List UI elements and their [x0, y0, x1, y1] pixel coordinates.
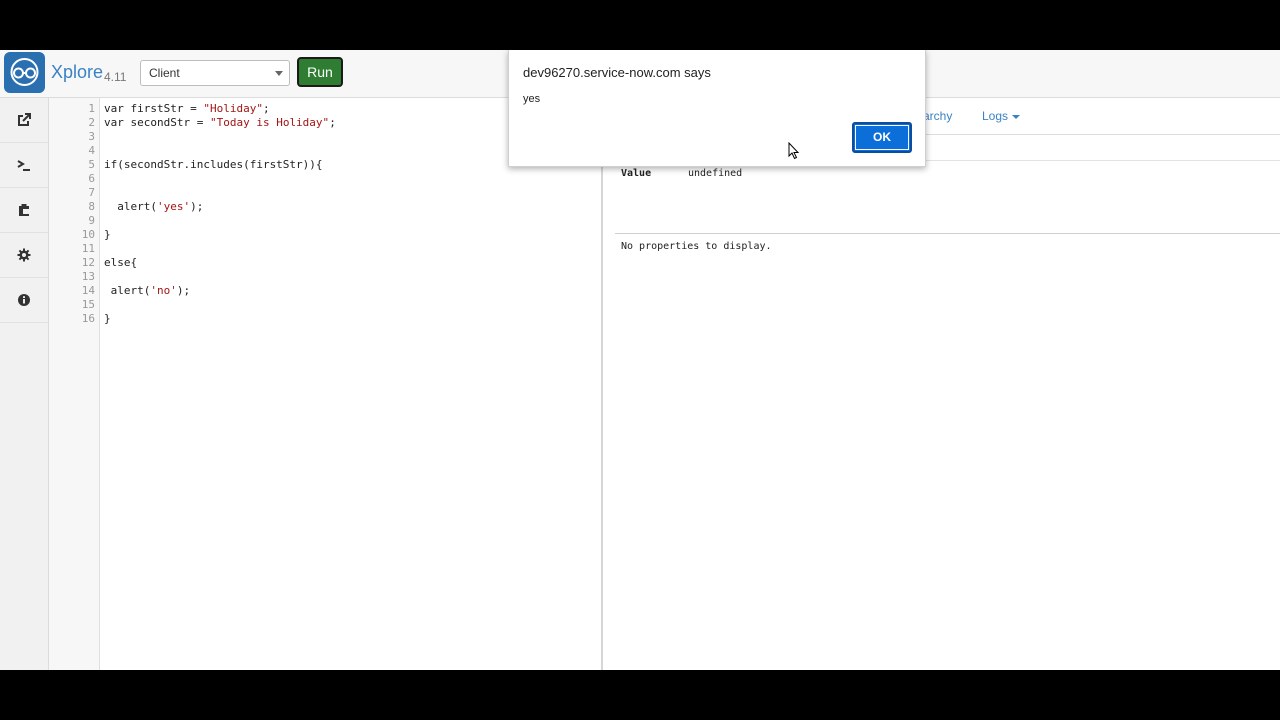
line-number: 5 — [88, 158, 95, 171]
code-line: else{ — [104, 256, 137, 270]
line-number: 1 — [88, 102, 95, 115]
mode-select[interactable]: Client — [140, 60, 290, 86]
brand-name: Xplore — [51, 62, 104, 82]
line-number: 16 — [81, 312, 95, 325]
line-number: 12 — [81, 256, 95, 269]
code-text: if(secondStr.includes(firstStr)){ — [104, 158, 323, 171]
line-number: 7 — [88, 186, 95, 199]
line-number-gutter: 1 2 3 4 5 6 7 8 9 10 11 12 13 14 15 16 — [49, 98, 100, 670]
line-number: 6 — [88, 172, 95, 185]
line-number: 3 — [88, 130, 95, 143]
code-line: } — [104, 228, 111, 242]
code-text: ; — [262, 102, 270, 115]
value-label: Value — [621, 168, 652, 179]
code-text: ); — [176, 284, 191, 297]
code-text: } — [104, 312, 111, 325]
sidebar-item-clipboard[interactable] — [0, 188, 48, 233]
code-string: "Today is Holiday" — [209, 116, 330, 129]
tab-logs-label: Logs — [982, 109, 1009, 123]
line-number: 2 — [88, 116, 95, 129]
tab-hierarchy[interactable]: archy — [923, 109, 952, 123]
caret-down-icon — [275, 71, 283, 76]
code-line: alert('no'); — [104, 284, 191, 298]
sidebar-item-info[interactable] — [0, 278, 48, 323]
run-button[interactable]: Run — [297, 57, 343, 87]
code-text: alert( — [104, 284, 151, 297]
dialog-title: dev96270.service-now.com says — [523, 65, 711, 80]
code-line: alert('yes'); — [104, 200, 203, 214]
code-text: else{ — [104, 256, 138, 269]
ok-button[interactable]: OK — [852, 122, 912, 153]
clipboard-icon — [19, 204, 29, 216]
line-number: 11 — [81, 242, 95, 255]
glasses-icon — [10, 58, 39, 86]
line-number: 14 — [81, 284, 95, 297]
code-line: var firstStr = "Holiday"; — [104, 102, 270, 116]
result-pane: archy Logs Value undefined No properties… — [603, 98, 1280, 670]
code-string: "Holiday" — [203, 102, 263, 115]
gear-icon — [17, 248, 31, 262]
code-line: } — [104, 312, 111, 326]
sidebar-item-settings[interactable] — [0, 233, 48, 278]
line-number: 9 — [88, 214, 95, 227]
no-properties-text: No properties to display. — [621, 241, 772, 252]
sidebar-item-open[interactable] — [0, 98, 48, 143]
code-string: 'no' — [150, 284, 177, 297]
value-text: undefined — [688, 168, 743, 179]
xplore-logo — [4, 52, 45, 93]
version-label: 4.11 — [104, 70, 127, 84]
line-number: 4 — [88, 144, 95, 157]
mode-select-value: Client — [149, 66, 180, 80]
line-number: 10 — [81, 228, 95, 241]
mouse-cursor-icon — [788, 142, 800, 160]
sidebar — [0, 98, 49, 670]
code-text: ; — [329, 116, 336, 129]
code-editor[interactable]: 1 2 3 4 5 6 7 8 9 10 11 12 13 14 15 16 v… — [49, 98, 603, 670]
sidebar-item-console[interactable] — [0, 143, 48, 188]
tab-logs[interactable]: Logs — [982, 109, 1021, 123]
line-number: 15 — [81, 298, 95, 311]
divider — [615, 233, 1280, 234]
code-text: ); — [190, 200, 204, 213]
code-string: 'yes' — [156, 200, 191, 213]
code-text: var firstStr = — [104, 102, 204, 115]
alert-dialog: dev96270.service-now.com says yes OK — [508, 50, 926, 167]
line-number: 8 — [88, 200, 95, 213]
code-text: } — [104, 228, 111, 241]
code-line: if(secondStr.includes(firstStr)){ — [104, 158, 323, 172]
terminal-icon — [17, 160, 30, 171]
line-number: 13 — [81, 270, 95, 283]
dialog-message: yes — [523, 93, 541, 105]
code-line: var secondStr = "Today is Holiday"; — [104, 116, 336, 130]
external-link-icon — [18, 113, 31, 126]
info-icon — [18, 294, 30, 306]
code-text: var secondStr = — [104, 116, 210, 129]
code-text: alert( — [104, 200, 157, 213]
caret-down-icon — [1012, 114, 1021, 119]
